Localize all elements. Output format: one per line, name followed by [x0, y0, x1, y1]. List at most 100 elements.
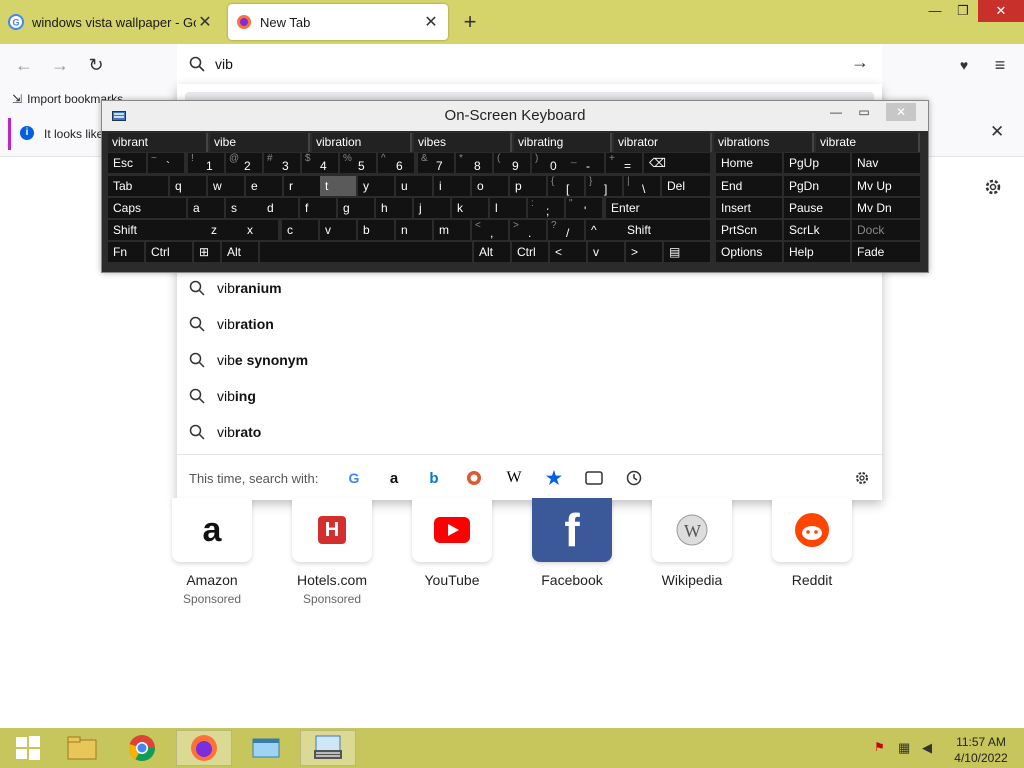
osk-key[interactable]: Alt [474, 242, 510, 262]
taskbar-app-window[interactable] [238, 730, 294, 766]
osk-key[interactable]: b [358, 220, 394, 240]
amazon-engine-icon[interactable]: a [383, 467, 405, 489]
prediction-word[interactable]: vibrating [514, 133, 612, 152]
osk-key[interactable]: > [626, 242, 662, 262]
prediction-word[interactable]: vibe [210, 133, 310, 152]
osk-key[interactable]: ^ [586, 220, 622, 240]
close-tab-icon[interactable]: ✕ [422, 12, 440, 32]
osk-key[interactable]: ⌫ [644, 153, 710, 173]
osk-key[interactable]: x [242, 220, 278, 240]
osk-nav-key[interactable]: Options [716, 242, 782, 262]
suggestion-row[interactable]: vib rato [177, 414, 882, 450]
osk-key[interactable]: o [472, 176, 508, 196]
osk-key[interactable]: v [320, 220, 356, 240]
osk-key[interactable]: n [396, 220, 432, 240]
osk-key[interactable]: (9 [494, 153, 530, 173]
forward-button[interactable]: → [48, 54, 72, 76]
osk-key[interactable]: h [376, 198, 412, 218]
osk-key[interactable]: >. [510, 220, 546, 240]
top-site-amazon[interactable]: a Amazon Sponsored [152, 498, 272, 606]
top-site-youtube[interactable]: YouTube [392, 498, 512, 588]
menu-button[interactable]: ≡ [988, 54, 1012, 76]
osk-maximize-button[interactable]: ▭ [850, 103, 878, 121]
action-center-flag-icon[interactable]: ⚑ [874, 740, 890, 756]
history-clock-icon[interactable] [623, 467, 645, 489]
osk-nav-key[interactable]: PgDn [784, 176, 850, 196]
prediction-word[interactable]: vibrations [714, 133, 814, 152]
osk-key[interactable]: f [300, 198, 336, 218]
address-bar[interactable]: → [177, 44, 882, 85]
search-settings-gear-icon[interactable] [851, 467, 873, 489]
osk-key[interactable]: g [338, 198, 374, 218]
osk-key[interactable]: ⊞ [194, 242, 220, 262]
osk-key[interactable]: :; [528, 198, 564, 218]
osk-key[interactable]: Del [662, 176, 710, 196]
osk-key[interactable]: Alt [222, 242, 258, 262]
osk-key[interactable]: Shift [622, 220, 710, 240]
duckduckgo-engine-icon[interactable] [463, 467, 485, 489]
taskbar-clock[interactable]: 11:57 AM 4/10/2022 [946, 734, 1016, 766]
osk-close-button[interactable]: ✕ [886, 103, 916, 121]
prediction-word[interactable]: vibrator [614, 133, 712, 152]
osk-key[interactable]: r [284, 176, 320, 196]
osk-nav-key[interactable]: PgUp [784, 153, 850, 173]
osk-minimize-button[interactable]: — [822, 103, 850, 121]
osk-key[interactable]: Shift [108, 220, 206, 240]
tabs-icon[interactable] [583, 467, 605, 489]
osk-nav-key[interactable]: Nav [852, 153, 920, 173]
osk-nav-key[interactable]: Mv Dn [852, 198, 920, 218]
osk-key[interactable]: Caps [108, 198, 186, 218]
wikipedia-engine-icon[interactable]: W [503, 467, 525, 489]
suggestion-row[interactable]: vib ing [177, 378, 882, 414]
osk-key[interactable] [260, 242, 472, 262]
top-site-facebook[interactable]: f Facebook [512, 498, 632, 588]
osk-key[interactable]: d [262, 198, 298, 218]
network-icon[interactable]: ▦ [898, 740, 914, 756]
osk-nav-key[interactable]: ScrLk [784, 220, 850, 240]
reload-button[interactable]: ↻ [84, 54, 108, 76]
osk-key[interactable]: ▤ [664, 242, 710, 262]
suggestion-row[interactable]: vib ranium [177, 270, 882, 306]
osk-key[interactable]: " ' [566, 198, 602, 218]
prediction-word[interactable]: vibration [312, 133, 412, 152]
osk-key[interactable]: & 7 [418, 153, 454, 173]
osk-key[interactable]: s [226, 198, 262, 218]
osk-key[interactable]: * 8 [456, 153, 492, 173]
url-input[interactable] [215, 54, 815, 74]
osk-key[interactable]: p [510, 176, 546, 196]
top-site-wikipedia[interactable]: W Wikipedia [632, 498, 752, 588]
osk-key[interactable]: #3 [264, 153, 300, 173]
osk-key[interactable]: v [588, 242, 624, 262]
osk-key[interactable]: Ctrl [512, 242, 548, 262]
minimize-button[interactable]: — [920, 0, 950, 22]
osk-key[interactable]: $4 [302, 153, 338, 173]
suggestion-row[interactable]: vib ration [177, 306, 882, 342]
osk-key[interactable]: i [434, 176, 470, 196]
google-engine-icon[interactable]: G [343, 467, 365, 489]
back-button[interactable]: ← [12, 54, 36, 76]
osk-nav-key[interactable]: End [716, 176, 782, 196]
close-tab-icon[interactable]: ✕ [196, 12, 214, 32]
osk-key[interactable]: }] [586, 176, 622, 196]
osk-key[interactable]: ? / [548, 220, 584, 240]
osk-key[interactable]: Ctrl [146, 242, 192, 262]
osk-key[interactable]: {[ [548, 176, 584, 196]
osk-key[interactable]: ) 0 [532, 153, 568, 173]
taskbar-chrome[interactable] [114, 730, 170, 766]
osk-nav-key[interactable]: Dock [852, 220, 920, 240]
osk-key[interactable]: _ - [568, 153, 604, 173]
close-infobar-icon[interactable]: ✕ [990, 122, 1004, 142]
osk-key[interactable]: ! 1 [188, 153, 224, 173]
osk-key[interactable]: @2 [226, 153, 262, 173]
osk-key[interactable]: Fn [108, 242, 144, 262]
osk-key[interactable]: Esc [108, 153, 146, 173]
prediction-word[interactable]: vibrant [108, 133, 208, 152]
osk-key[interactable]: + = [606, 153, 642, 173]
settings-gear-icon[interactable] [982, 176, 1004, 198]
osk-key[interactable]: | \ [624, 176, 660, 196]
prediction-word[interactable]: vibes [414, 133, 512, 152]
osk-key[interactable]: < [550, 242, 586, 262]
osk-nav-key[interactable]: Pause [784, 198, 850, 218]
taskbar-firefox[interactable] [176, 730, 232, 766]
osk-key[interactable]: % 5 [340, 153, 376, 173]
